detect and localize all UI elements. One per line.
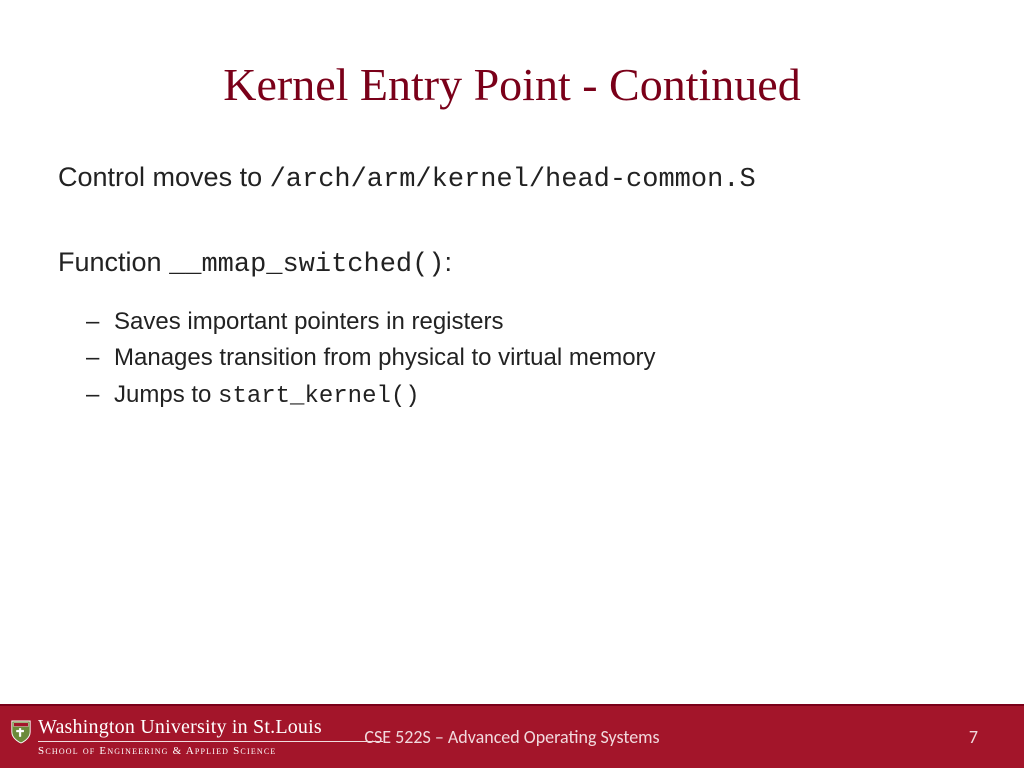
university-name: Washington University in St.Louis <box>38 717 383 737</box>
list-item: Jumps to start_kernel() <box>114 379 964 413</box>
list-item: Manages transition from physical to virt… <box>114 342 964 374</box>
line-control-moves: Control moves to /arch/arm/kernel/head-c… <box>58 159 964 198</box>
slide-title: Kernel Entry Point - Continued <box>0 0 1024 141</box>
footer-bar: Washington University in St.Louis School… <box>0 704 1024 768</box>
bullet-text: Manages transition from physical to virt… <box>114 344 656 371</box>
code-path: /arch/arm/kernel/head-common.S <box>270 165 756 195</box>
slide-body: Control moves to /arch/arm/kernel/head-c… <box>0 159 1024 413</box>
text-prefix: Function <box>58 247 169 277</box>
text-suffix: : <box>445 247 453 277</box>
course-label: CSE 522S – Advanced Operating Systems <box>364 726 659 748</box>
text-prefix: Control moves to <box>58 162 270 192</box>
university-block: Washington University in St.Louis School… <box>38 717 383 757</box>
logo-block: Washington University in St.Louis School… <box>0 717 383 757</box>
bullet-text: Jumps to <box>114 381 218 408</box>
school-name: School of Engineering & Applied Science <box>38 745 383 757</box>
line-function: Function __mmap_switched(): <box>58 244 964 283</box>
bullet-text: Saves important pointers in registers <box>114 308 504 335</box>
list-item: Saves important pointers in registers <box>114 306 964 338</box>
divider-line <box>38 741 383 742</box>
shield-icon <box>10 719 32 745</box>
bullet-list: Saves important pointers in registers Ma… <box>58 306 964 413</box>
slide: Kernel Entry Point - Continued Control m… <box>0 0 1024 768</box>
code-func: __mmap_switched() <box>169 250 444 280</box>
code-func: start_kernel() <box>218 383 420 410</box>
page-number: 7 <box>969 726 978 748</box>
